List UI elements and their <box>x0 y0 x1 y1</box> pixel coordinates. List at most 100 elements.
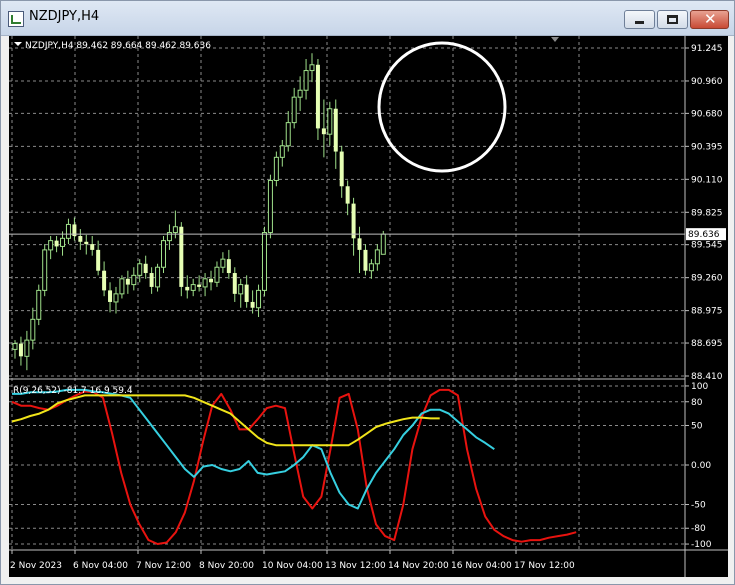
candle-body-bear <box>54 240 59 247</box>
candle-body-bull <box>380 233 386 255</box>
candle-body-bull <box>309 64 315 72</box>
candle-body-bear <box>250 301 255 308</box>
price-axis-label: 88.975 <box>691 307 723 317</box>
candle-body-bull <box>273 156 279 181</box>
candle-body-bull <box>190 284 196 291</box>
candle-body-bull <box>374 249 380 265</box>
candle-body-bear <box>339 151 344 187</box>
time-axis-label: 7 Nov 12:00 <box>136 561 191 571</box>
indicator-axis-label: 100 <box>691 382 708 392</box>
current-price-label: 89.636 <box>688 230 720 240</box>
candle-body-bull <box>327 108 333 135</box>
candle-body-bear <box>18 343 23 357</box>
candle-body-bear <box>185 286 190 291</box>
candle-body-bear <box>102 270 107 291</box>
title-bar[interactable]: NZDJPY,H4 ✕ <box>1 1 734 36</box>
candle-body-bear <box>84 241 89 245</box>
price-axis-label: 89.545 <box>691 241 723 251</box>
candle-body-bull <box>131 274 137 286</box>
candle-body-bull <box>24 339 30 357</box>
candle-body-bull <box>65 223 71 239</box>
window-title: NZDJPY,H4 <box>29 9 100 24</box>
time-axis-label: 16 Nov 04:00 <box>451 561 512 571</box>
price-axis-label: 88.695 <box>691 339 723 349</box>
maximize-button[interactable] <box>657 10 688 29</box>
candle-body-bull <box>48 240 54 251</box>
candle-body-bull <box>60 237 66 247</box>
candle-body-bear <box>226 259 231 274</box>
chart-window: NZDJPY,H4 ✕ 91.245 90.960 90.680 90.395 90.1… <box>0 0 735 585</box>
main-panel-header: NZDJPY,H4 89.462 89.664 89.462 89.636 <box>25 41 211 51</box>
indicator-axis-label: 0.00 <box>691 461 711 471</box>
minimize-icon <box>635 21 644 24</box>
candle-body-bear <box>179 226 184 287</box>
candle-body-bear <box>90 244 95 250</box>
time-axis-label: 8 Nov 20:00 <box>199 561 254 571</box>
indicator-panel-header: R(9,26,52) -81.7 16.9 59.4 <box>13 386 133 396</box>
chart-area[interactable]: 91.245 90.960 90.680 90.395 90.110 89.825 89.5… <box>9 36 728 577</box>
candle-body-bear <box>232 273 237 294</box>
candle-body-bull <box>256 289 262 309</box>
candle-body-bull <box>155 266 161 288</box>
candle-body-bear <box>333 108 338 152</box>
candle-body-bull <box>291 96 297 124</box>
time-axis-label: 13 Nov 12:00 <box>325 561 386 571</box>
candle-body-bull <box>42 249 48 291</box>
candle-body-bear <box>363 249 368 271</box>
indicator-axis-label: 80 <box>691 398 703 408</box>
minimize-button[interactable] <box>624 10 655 29</box>
candle-body-bull <box>137 263 143 276</box>
indicator-axis-label: -100 <box>691 540 712 550</box>
price-axis-label: 89.825 <box>691 208 723 218</box>
candle-body-bull <box>30 318 36 341</box>
time-axis-label: 10 Nov 04:00 <box>262 561 323 571</box>
candle-body-bull <box>285 122 291 147</box>
candle-body-bull <box>267 179 273 234</box>
candle-body-bear <box>108 290 113 302</box>
candle-body-bear <box>96 249 101 271</box>
candle-body-bull <box>368 263 374 272</box>
candle-body-bull <box>214 266 220 283</box>
candle-body-bear <box>197 284 202 287</box>
candle-body-bull <box>261 232 267 291</box>
candle-body-bear <box>321 128 326 135</box>
price-axis-label: 90.960 <box>691 77 723 87</box>
indicator-axis-label: 50 <box>691 421 703 431</box>
time-axis-label: 14 Nov 20:00 <box>388 561 449 571</box>
time-axis-label: 17 Nov 12:00 <box>514 561 575 571</box>
candle-body-bull <box>220 258 226 268</box>
candle-body-bull <box>172 226 178 234</box>
price-axis-label: 90.110 <box>691 175 723 185</box>
close-icon: ✕ <box>704 10 717 28</box>
price-axis-label: 88.410 <box>691 372 723 382</box>
candle-body-bear <box>78 236 83 242</box>
candle-body-bull <box>297 89 303 98</box>
candle-body-bull <box>119 278 125 295</box>
maximize-icon <box>667 15 678 24</box>
candle-body-bull <box>36 289 42 320</box>
time-axis-label: 6 Nov 04:00 <box>73 561 128 571</box>
candle-body-bear <box>149 273 154 287</box>
candle-body-bear <box>125 278 130 285</box>
candle-body-bull <box>113 293 119 303</box>
price-axis-label: 90.395 <box>691 142 723 152</box>
candle-body-bull <box>202 278 208 288</box>
price-axis-label: 89.260 <box>691 274 723 284</box>
candle-body-bull <box>238 284 244 295</box>
price-axis-label: 90.680 <box>691 109 723 119</box>
price-axis-label: 91.245 <box>691 44 723 54</box>
chart-window-icon <box>8 11 24 27</box>
indicator-axis-label: -80 <box>691 524 706 534</box>
candle-body-bear <box>315 64 320 129</box>
candle-body-bear <box>357 238 362 250</box>
indicator-axis-label: -50 <box>691 501 706 511</box>
candle-body-bull <box>303 70 309 91</box>
close-button[interactable]: ✕ <box>690 10 729 29</box>
candle-body-bear <box>351 203 356 239</box>
candle-body-bull <box>279 145 285 158</box>
candle-body-bull <box>12 343 18 350</box>
candle-body-bull <box>161 240 166 268</box>
time-axis-label: 2 Nov 2023 <box>10 561 62 571</box>
candle-body-bear <box>244 284 249 302</box>
candle-body-bear <box>209 278 214 283</box>
